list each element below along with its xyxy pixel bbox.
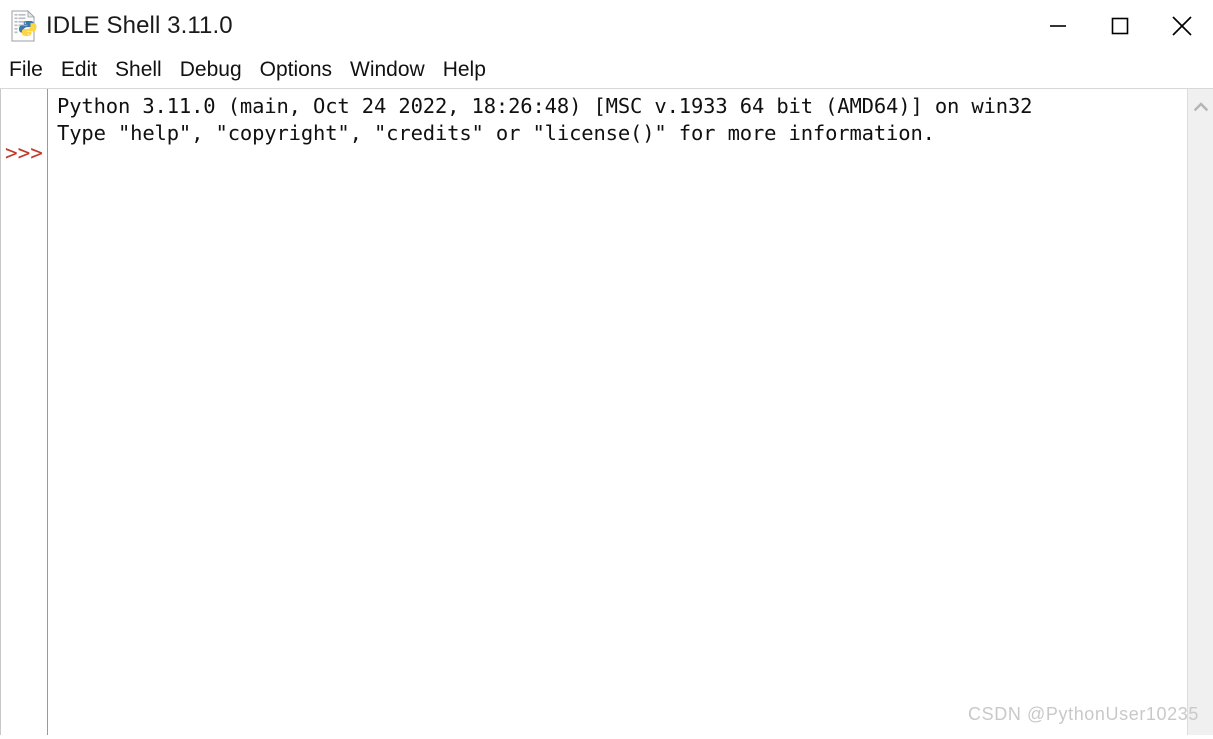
menu-item-help[interactable]: Help (443, 52, 495, 88)
close-button[interactable] (1151, 0, 1213, 52)
menu-item-window[interactable]: Window (350, 52, 434, 88)
menu-item-file[interactable]: File (9, 52, 52, 88)
menu-item-shell[interactable]: Shell (115, 52, 171, 88)
shell-output-line: Python 3.11.0 (main, Oct 24 2022, 18:26:… (57, 94, 1033, 118)
maximize-icon (1111, 17, 1129, 35)
scroll-up-button[interactable] (1188, 97, 1213, 117)
menu-item-edit[interactable]: Edit (61, 52, 106, 88)
minimize-button[interactable] (1027, 0, 1089, 52)
maximize-button[interactable] (1089, 0, 1151, 52)
shell-gutter: >>> (1, 89, 48, 735)
menu-item-options[interactable]: Options (260, 52, 341, 88)
title-bar: IDLE Shell 3.11.0 (0, 0, 1213, 52)
window-title: IDLE Shell 3.11.0 (46, 12, 233, 39)
shell-body: >>> Python 3.11.0 (main, Oct 24 2022, 18… (0, 88, 1213, 735)
shell-text-area[interactable]: Python 3.11.0 (main, Oct 24 2022, 18:26:… (48, 89, 1187, 735)
close-icon (1172, 16, 1192, 36)
vertical-scrollbar[interactable] (1187, 89, 1213, 735)
python-document-icon (10, 10, 38, 42)
window-controls (1027, 0, 1213, 52)
idle-shell-window: IDLE Shell 3.11.0 File Edit Shell Debug … (0, 0, 1213, 739)
minimize-icon (1050, 25, 1066, 27)
shell-output-line: Type "help", "copyright", "credits" or "… (57, 121, 935, 145)
shell-prompt: >>> (5, 141, 43, 165)
chevron-up-icon (1193, 102, 1208, 112)
menu-item-debug[interactable]: Debug (180, 52, 251, 88)
menu-bar: File Edit Shell Debug Options Window Hel… (0, 52, 1213, 88)
